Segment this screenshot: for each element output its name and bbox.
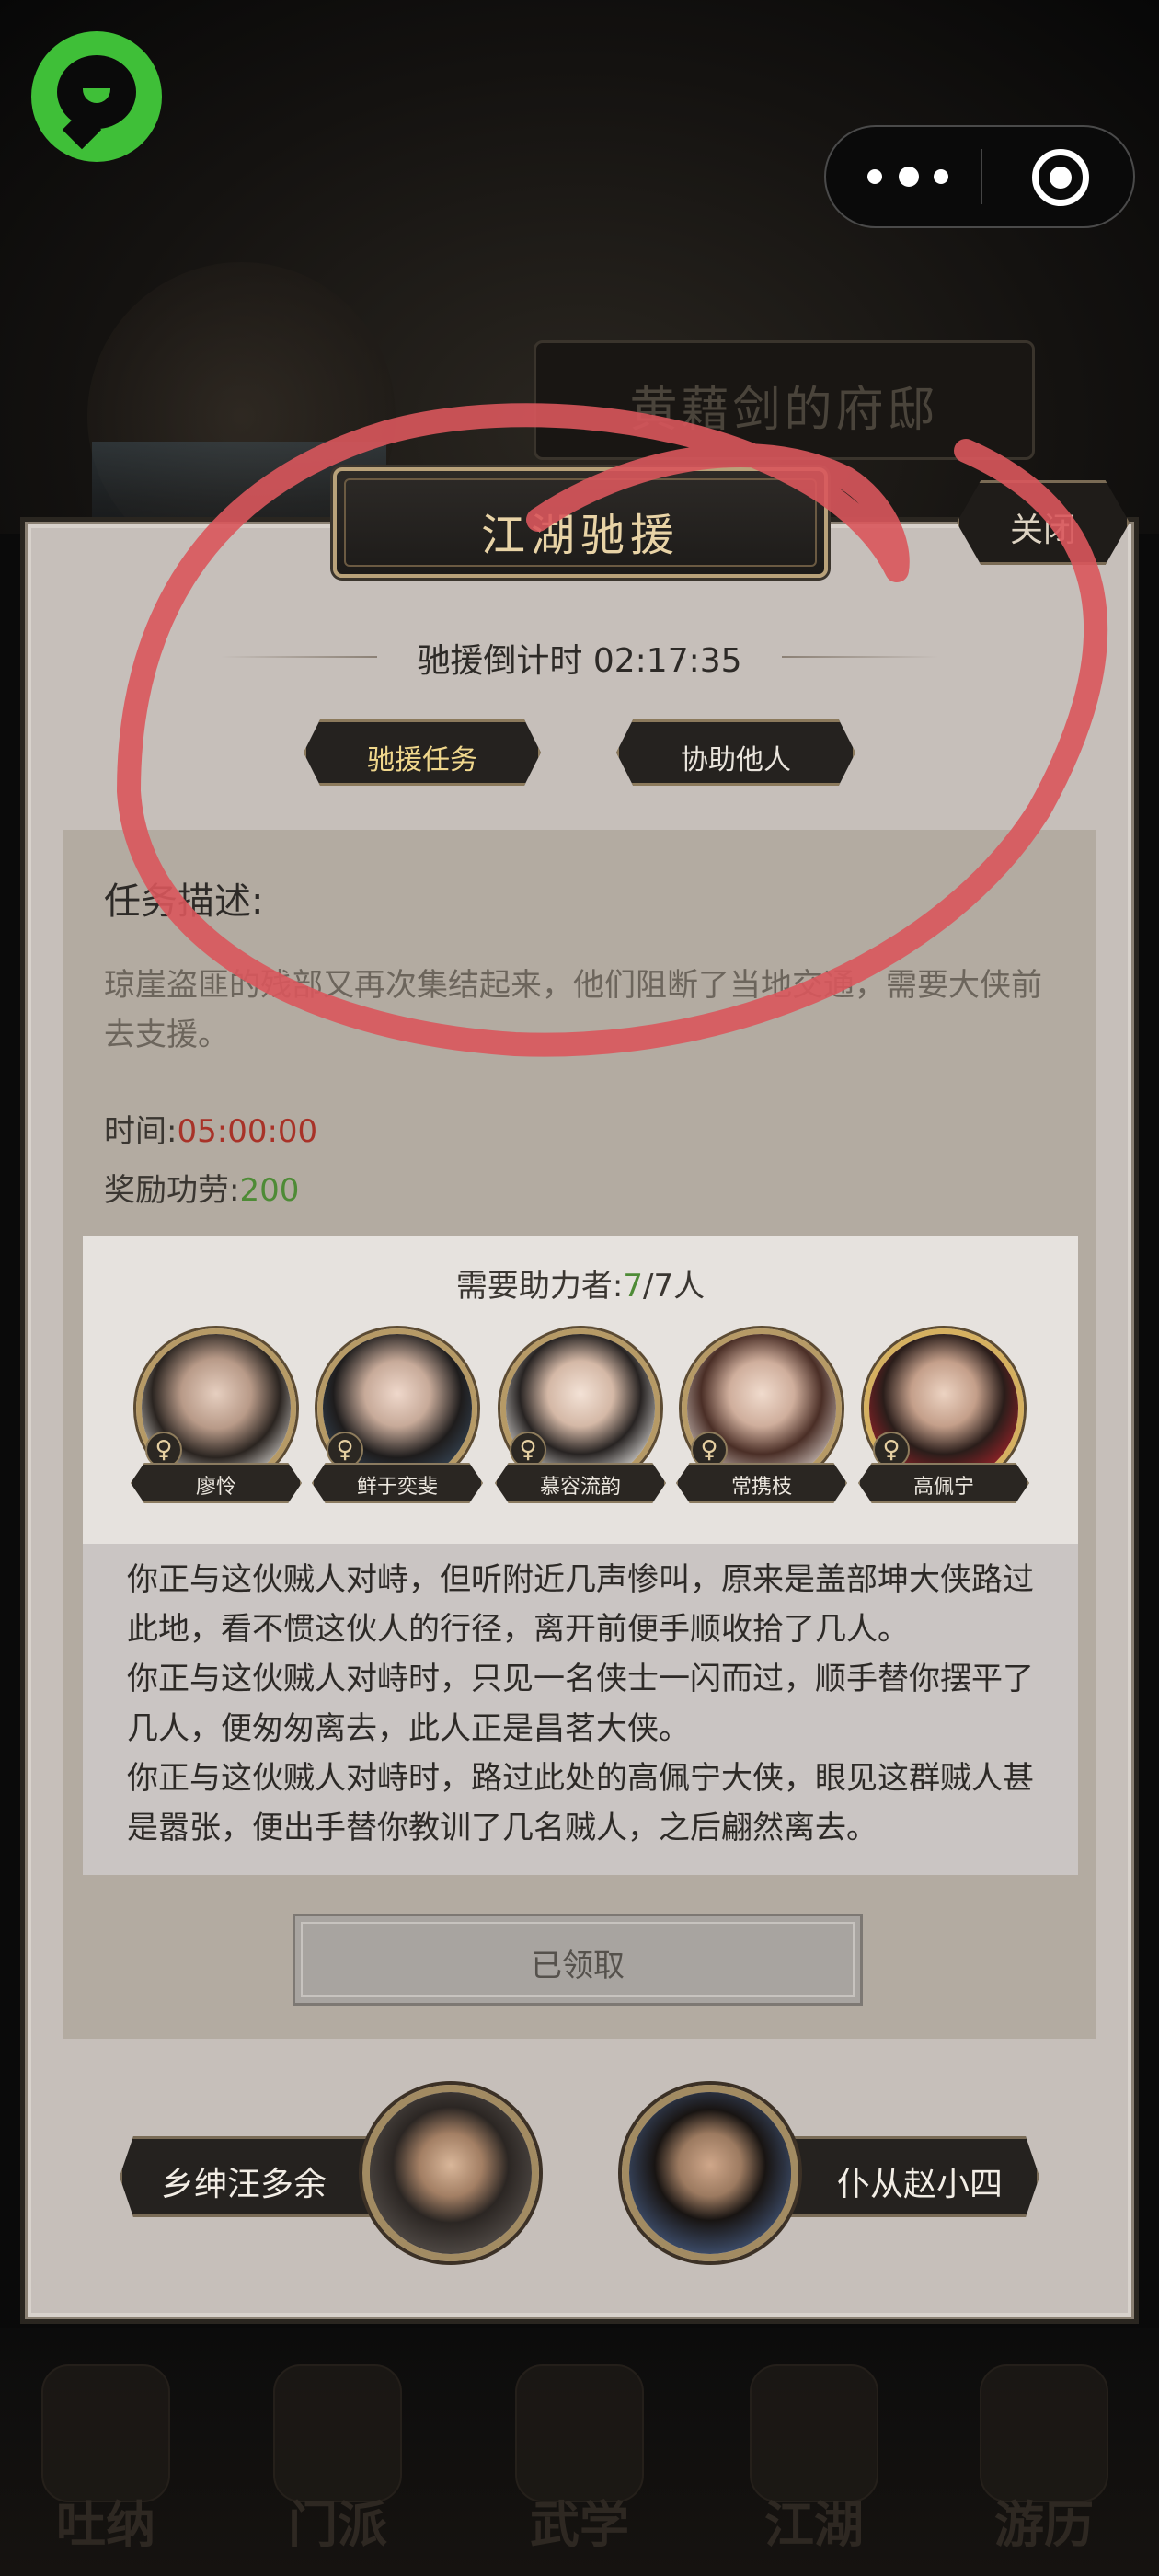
helper-card[interactable]: ♀ 高佩宁 <box>858 1328 1029 1522</box>
helpers-title-prefix: 需要助力者: <box>455 1268 624 1305</box>
npc-portrait-squire[interactable] <box>362 2085 539 2261</box>
helper-name: 高佩宁 <box>912 1476 974 1499</box>
claimed-button[interactable]: 已领取 <box>293 1914 863 2006</box>
countdown: 驰援倒计时 02:17:35 <box>221 628 938 684</box>
close-button[interactable]: 关闭 <box>957 480 1130 565</box>
story-entry: 你正与这伙贼人对峙时，路过此处的高佩宁大侠，眼见这群贼人甚是嚣张，便出手替你教训… <box>127 1760 1034 1846</box>
helper-card[interactable]: ♀ 慕容流韵 <box>495 1328 666 1522</box>
nav-tuna-icon <box>41 2364 170 2502</box>
nav-menpai[interactable]: 门派 <box>259 2364 416 2576</box>
bottom-nav: 吐纳 门派 武学 江湖 游历 <box>0 2328 1159 2576</box>
wechat-mini-program-icon[interactable] <box>31 31 162 162</box>
mansion-title-box: 黄藉剑的府邸 <box>534 340 1035 460</box>
more-dots-icon[interactable] <box>867 127 959 226</box>
decorative-line <box>782 656 938 658</box>
helpers-title: 需要助力者:7/7人 <box>83 1260 1078 1305</box>
nav-tuna[interactable]: 吐纳 <box>28 2364 184 2576</box>
npc-portrait-servant[interactable] <box>622 2085 798 2261</box>
countdown-text: 驰援倒计时 02:17:35 <box>417 642 742 680</box>
helper-name: 常携枝 <box>730 1476 792 1499</box>
task-reward-value: 200 <box>239 1172 300 1209</box>
tab-label: 驰援任务 <box>367 744 477 776</box>
task-time-row: 时间:05:00:00 <box>104 1106 317 1151</box>
helper-nameplate: 高佩宁 <box>858 1463 1029 1503</box>
nav-label: 武学 <box>530 2495 629 2554</box>
task-reward-row: 奖励功劳:200 <box>104 1165 299 1210</box>
npc-nameplate-squire[interactable]: 乡绅汪多余 <box>120 2136 396 2217</box>
dialog-title-plate: 江湖驰援 <box>333 467 828 578</box>
story-entry: 你正与这伙贼人对峙，但听附近几声惨叫，原来是盖部坤大侠路过此地，看不惯这伙人的行… <box>127 1561 1034 1648</box>
nav-label: 吐纳 <box>56 2495 155 2554</box>
task-heading: 任务描述: <box>104 880 264 923</box>
nav-jianghu[interactable]: 江湖 <box>736 2364 892 2576</box>
helper-card[interactable]: ♀ 廖怜 <box>131 1328 302 1522</box>
helpers-panel: 需要助力者:7/7人 ♀ 廖怜 ♀ 鲜于奕斐 ♀ 慕容流韵 ♀ 常携枝 ♀ 高佩… <box>83 1236 1078 1544</box>
npc-nameplate-servant[interactable]: 仆从赵小四 <box>763 2136 1039 2217</box>
nav-wuxue-icon <box>515 2364 644 2502</box>
story-log[interactable]: 你正与这伙贼人对峙，但听附近几声惨叫，原来是盖部坤大侠路过此地，看不惯这伙人的行… <box>83 1544 1078 1875</box>
close-button-label: 关闭 <box>1009 512 1076 549</box>
mansion-title: 黄藉剑的府邸 <box>629 383 939 438</box>
helpers-count-total: /7人 <box>643 1268 706 1305</box>
npc-name: 仆从赵小四 <box>836 2166 1003 2203</box>
claimed-button-label: 已领取 <box>531 1948 625 1984</box>
nav-wuxue[interactable]: 武学 <box>501 2364 658 2576</box>
helper-card[interactable]: ♀ 鲜于奕斐 <box>312 1328 483 1522</box>
helper-card[interactable]: ♀ 常携枝 <box>676 1328 847 1522</box>
nav-jianghu-icon <box>750 2364 878 2502</box>
story-entry: 你正与这伙贼人对峙时，只见一名侠士一闪而过，顺手替你摆平了几人，便匆匆离去，此人… <box>127 1661 1034 1747</box>
task-description: 琼崖盗匪的残部又再次集结起来，他们阻断了当地交通，需要大侠前去支援。 <box>104 967 1042 1053</box>
helpers-count-current: 7 <box>623 1268 643 1305</box>
nav-youli-icon <box>980 2364 1108 2502</box>
helper-nameplate: 常携枝 <box>676 1463 847 1503</box>
tab-label: 协助他人 <box>681 744 791 776</box>
helper-name: 慕容流韵 <box>539 1476 621 1499</box>
capsule-divider <box>981 149 982 204</box>
helper-nameplate: 廖怜 <box>131 1463 302 1503</box>
tab-rescue-task[interactable]: 驰援任务 <box>304 719 541 786</box>
npc-name: 乡绅汪多余 <box>160 2166 327 2203</box>
dialog-title: 江湖驰援 <box>480 510 680 561</box>
nav-label: 江湖 <box>764 2495 864 2554</box>
nav-youli[interactable]: 游历 <box>966 2364 1122 2576</box>
task-panel: 任务描述: 琼崖盗匪的残部又再次集结起来，他们阻断了当地交通，需要大侠前去支援。… <box>63 830 1096 2039</box>
helper-nameplate: 鲜于奕斐 <box>312 1463 483 1503</box>
nav-label: 门派 <box>288 2495 387 2554</box>
helper-nameplate: 慕容流韵 <box>495 1463 666 1503</box>
nav-menpai-icon <box>273 2364 402 2502</box>
target-close-icon[interactable] <box>1032 149 1089 206</box>
helper-name: 鲜于奕斐 <box>356 1476 438 1499</box>
tab-assist-others[interactable]: 协助他人 <box>616 719 855 786</box>
helper-name: 廖怜 <box>195 1476 236 1499</box>
nav-label: 游历 <box>994 2495 1094 2554</box>
task-time-value: 05:00:00 <box>177 1113 318 1150</box>
task-reward-label: 奖励功劳: <box>104 1172 240 1209</box>
task-time-label: 时间: <box>104 1113 178 1150</box>
mini-program-capsule <box>824 125 1135 228</box>
